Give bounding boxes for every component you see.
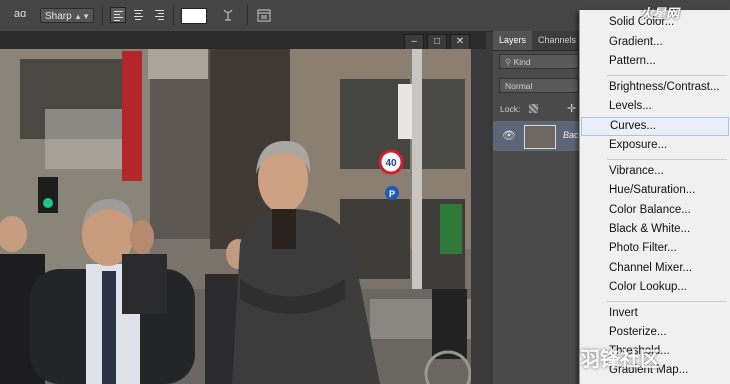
street-photo: 40 P [0, 49, 471, 384]
anti-alias-select[interactable]: Sharp ▲▼ [40, 8, 94, 23]
menu-item-exposure[interactable]: Exposure... [609, 139, 667, 151]
menu-item-black-white[interactable]: Black & White... [609, 223, 690, 235]
tab-channels[interactable]: Channels [532, 31, 582, 50]
anti-alias-icon: aɑ [14, 8, 27, 20]
align-center-icon[interactable] [131, 7, 147, 23]
character-panel-icon[interactable] [256, 7, 272, 23]
layer-row[interactable]: 👁 Bac... [493, 121, 593, 151]
adjustment-layer-menu: Solid Color... Gradient... Pattern... Br… [579, 10, 730, 384]
menu-item-levels[interactable]: Levels... [609, 100, 652, 112]
vertical-scrollbar[interactable] [471, 49, 486, 384]
blend-mode-value: Normal [505, 81, 533, 91]
lock-label: Lock: [500, 104, 521, 114]
align-left-icon[interactable] [110, 7, 126, 23]
filter-kind-select[interactable]: ⚲ Kind [499, 54, 579, 69]
search-icon: ⚲ [505, 57, 514, 67]
menu-item-color-balance[interactable]: Color Balance... [609, 204, 691, 216]
lock-position-icon[interactable]: ✛ [567, 102, 576, 115]
close-button[interactable]: ✕ [450, 34, 470, 50]
divider [102, 5, 103, 25]
menu-separator [607, 75, 727, 76]
align-right-icon[interactable] [152, 7, 168, 23]
menu-item-posterize[interactable]: Posterize... [609, 326, 667, 338]
warp-text-icon[interactable] [220, 7, 236, 23]
menu-item-vibrance[interactable]: Vibrance... [609, 165, 664, 177]
document-window: – □ ✕ 40 P [0, 31, 486, 384]
parking-sign-letter: P [389, 189, 395, 199]
divider [173, 5, 174, 25]
menu-item-pattern[interactable]: Pattern... [609, 55, 656, 67]
divider [247, 5, 248, 25]
text-color-swatch[interactable] [181, 8, 207, 24]
menu-item-brightness-contrast[interactable]: Brightness/Contrast... [609, 81, 720, 93]
menu-item-channel-mixer[interactable]: Channel Mixer... [609, 262, 692, 274]
layer-thumbnail [524, 125, 556, 149]
speed-sign-number: 40 [385, 158, 397, 169]
anti-alias-value: Sharp [45, 11, 72, 22]
tab-layers[interactable]: Layers [493, 31, 533, 50]
lock-transparent-icon[interactable] [529, 104, 538, 113]
menu-item-color-lookup[interactable]: Color Lookup... [609, 281, 687, 293]
filter-kind-value: Kind [513, 57, 531, 67]
menu-item-gradient[interactable]: Gradient... [609, 36, 663, 48]
menu-item-photo-filter[interactable]: Photo Filter... [609, 242, 677, 254]
menu-item-invert[interactable]: Invert [609, 307, 638, 319]
window-controls: – □ ✕ [401, 31, 470, 50]
watermark-bottom: 羽锋社区 [580, 349, 660, 371]
menu-item-hue-saturation[interactable]: Hue/Saturation... [609, 184, 695, 196]
visibility-eye-icon[interactable]: 👁 [502, 129, 516, 142]
menu-separator [607, 159, 727, 160]
menu-item-curves[interactable]: Curves... [581, 117, 729, 136]
menu-separator [607, 301, 727, 302]
stepper-icon: ▲▼ [74, 12, 90, 21]
blend-mode-select[interactable]: Normal [499, 78, 579, 93]
maximize-button[interactable]: □ [427, 34, 447, 50]
watermark-top: 火星网 [640, 6, 680, 21]
minimize-button[interactable]: – [404, 34, 424, 50]
